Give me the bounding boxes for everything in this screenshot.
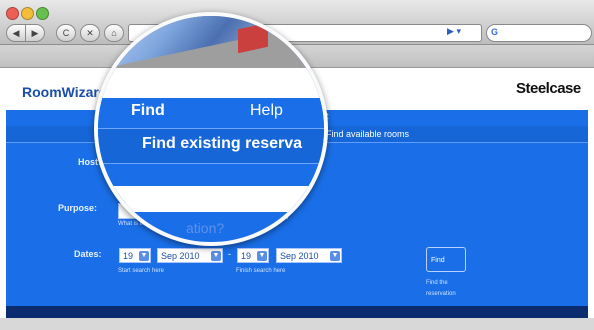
chevron-down-icon[interactable]: ▼ (211, 251, 221, 261)
window-minimize-icon[interactable] (21, 7, 34, 20)
start-month-value: Sep 2010 (161, 251, 200, 261)
find-hint-line1: Find the (426, 280, 448, 286)
reload-button[interactable]: C (56, 24, 76, 42)
end-month-select[interactable]: Sep 2010 ▼ (276, 248, 342, 263)
search-field[interactable]: G (486, 24, 592, 42)
magnified-device-image (106, 16, 312, 68)
start-month-select[interactable]: Sep 2010 ▼ (157, 248, 223, 263)
date-range-separator: - (228, 249, 231, 259)
magnified-host-input[interactable] (110, 186, 324, 212)
dates-label: Dates: (74, 249, 102, 259)
magnified-photo-area (98, 16, 324, 68)
stop-button[interactable]: ✕ (80, 24, 100, 42)
window-close-icon[interactable] (6, 7, 19, 20)
start-date-hint: Start search here (118, 268, 165, 274)
magnified-purpose-hint: ation? (186, 220, 225, 236)
roomwizard-logo[interactable]: RoomWizard (22, 84, 107, 100)
magnified-device-highlight (238, 22, 268, 54)
magnified-menu-find[interactable]: Find (131, 102, 165, 120)
footer-band (6, 306, 588, 318)
steelcase-logo: Steelcase (516, 80, 581, 97)
end-month-value: Sep 2010 (280, 251, 319, 261)
window-zoom-icon[interactable] (36, 7, 49, 20)
end-day-value: 19 (241, 251, 252, 261)
magnified-submenu-existing[interactable]: Find existing reserva (142, 135, 302, 153)
end-day-select[interactable]: 19 ▼ (237, 248, 269, 263)
find-hint-line2: reservation (426, 291, 456, 297)
magnified-menu-help[interactable]: Help (250, 102, 283, 120)
forward-button[interactable]: ▶ (25, 24, 45, 42)
purpose-label: Purpose: (58, 203, 98, 213)
chevron-down-icon[interactable]: ▼ (330, 251, 340, 261)
start-day-select[interactable]: 19 ▼ (119, 248, 151, 263)
magnified-header-strip (98, 68, 324, 98)
find-button[interactable]: Find (426, 247, 466, 272)
page-bottom (0, 318, 594, 330)
chevron-down-icon[interactable]: ▼ (257, 251, 267, 261)
chevron-down-icon[interactable]: ▼ (139, 251, 149, 261)
back-button[interactable]: ◀ (6, 24, 26, 42)
url-go-icon[interactable]: ▶ ▾ (447, 26, 461, 37)
finish-date-hint: Finish search here (236, 268, 286, 274)
search-engine-icon[interactable]: G (491, 27, 498, 37)
start-day-value: 19 (123, 251, 134, 261)
magnifier-lens: Find Help Find existing reserva ation? (94, 12, 328, 246)
submenu-item-available-rooms[interactable]: Find available rooms (326, 129, 409, 139)
